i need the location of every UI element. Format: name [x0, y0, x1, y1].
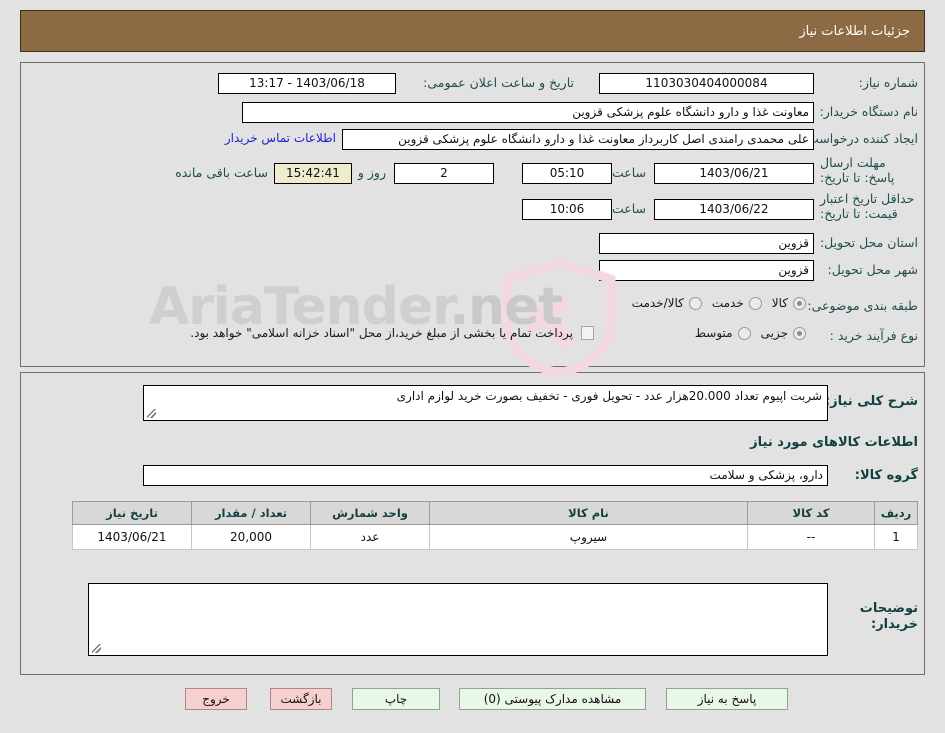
col-quantity: تعداد / مقدار — [191, 501, 311, 525]
category-label: طبقه بندی موضوعی: — [807, 298, 918, 313]
cell-code: -- — [747, 524, 875, 550]
radio-category-goods[interactable] — [793, 296, 806, 310]
need-number-value: 1103030404000084 — [599, 73, 814, 94]
radio-category-goods-label: کالا — [771, 296, 788, 310]
resize-handle-buyer-notes[interactable] — [92, 644, 101, 653]
resize-handle-description[interactable] — [147, 409, 156, 418]
exit-button[interactable]: خروج — [185, 688, 247, 710]
cell-name: سیروپ — [429, 524, 748, 550]
col-name: نام کالا — [429, 501, 748, 525]
city-label: شهر محل تحویل: — [827, 262, 918, 277]
buyer-notes-value[interactable] — [88, 583, 828, 656]
table-row[interactable]: 1 -- سیروپ عدد 20,000 1403/06/21 — [72, 524, 918, 550]
city-value: قزوین — [599, 260, 814, 281]
goods-group-label: گروه کالا: — [854, 468, 918, 483]
treasury-bond-note: پرداخت تمام یا بخشی از مبلغ خرید،از محل … — [190, 326, 573, 340]
price-validity-time-value: 10:06 — [522, 199, 612, 220]
deadline-date-value: 1403/06/21 — [654, 163, 814, 184]
radio-process-minor-label: جزیی — [760, 326, 788, 340]
radio-process-medium-label: متوسط — [694, 326, 733, 340]
price-validity-date-value: 1403/06/22 — [654, 199, 814, 220]
buyer-org-value: معاونت غذا و دارو دانشگاه علوم پزشکی قزو… — [242, 102, 814, 123]
deadline-time-label: ساعت — [611, 165, 646, 180]
need-details-panel: شرح کلی نیاز: شربت اپیوم تعداد 20.000هزا… — [20, 372, 925, 675]
radio-category-goods-service[interactable] — [688, 296, 702, 310]
footer-button-bar: پاسخ به نیاز مشاهده مدارک پیوستی (0) چاپ… — [0, 688, 945, 718]
print-button[interactable]: چاپ — [352, 688, 440, 710]
buyer-notes-label: توضیحات خریدار: — [859, 601, 918, 632]
radio-category-goods-service-label: کالا/خدمت — [631, 296, 684, 310]
watermark: AriaTender.net — [19, 258, 619, 378]
remaining-days-value: 2 — [394, 163, 494, 184]
buyer-org-label: نام دستگاه خریدار: — [819, 104, 918, 119]
process-label: نوع فرآیند خرید : — [829, 328, 918, 343]
price-validity-time-label: ساعت — [611, 201, 646, 216]
window-title-bar: جزئیات اطلاعات نیاز — [20, 10, 925, 52]
category-radio-group: کالا خدمت کالا/خدمت — [622, 296, 806, 310]
deadline-time-value: 05:10 — [522, 163, 612, 184]
col-date: تاریخ نیاز — [72, 501, 192, 525]
respond-to-need-button[interactable]: پاسخ به نیاز — [666, 688, 788, 710]
page-title: جزئیات اطلاعات نیاز — [799, 23, 910, 39]
creator-value: علی محمدی رامندی اصل کاربرداز معاونت غذا… — [342, 129, 814, 150]
announce-date-value: 1403/06/18 - 13:17 — [218, 73, 396, 94]
page-root: جزئیات اطلاعات نیاز شماره نیاز: 11030304… — [0, 0, 945, 733]
province-value: قزوین — [599, 233, 814, 254]
remaining-clock-label: ساعت باقی مانده — [175, 165, 268, 180]
radio-category-service[interactable] — [748, 296, 762, 310]
remaining-days-label: روز و — [357, 165, 386, 180]
treasury-bond-checkbox[interactable] — [581, 326, 594, 340]
cell-index: 1 — [874, 524, 918, 550]
cell-unit: عدد — [310, 524, 430, 550]
province-label: استان محل تحویل: — [819, 235, 918, 250]
process-radio-group: جزیی متوسط — [685, 326, 806, 340]
col-index: ردیف — [874, 501, 918, 525]
buyer-contact-link[interactable]: اطلاعات تماس خریدار — [225, 131, 336, 145]
radio-category-service-label: خدمت — [711, 296, 744, 310]
remaining-clock-value: 15:42:41 — [274, 163, 352, 184]
col-unit: واحد شمارش — [310, 501, 430, 525]
table-header-row: ردیف کد کالا نام کالا واحد شمارش تعداد /… — [72, 501, 918, 525]
goods-group-value: دارو، پزشکی و سلامت — [143, 465, 828, 486]
radio-process-minor[interactable] — [793, 326, 806, 340]
cell-quantity: 20,000 — [191, 524, 311, 550]
need-number-label: شماره نیاز: — [858, 75, 918, 90]
deadline-label: مهلت ارسال پاسخ: تا تاریخ: — [820, 155, 895, 185]
col-code: کد کالا — [747, 501, 875, 525]
general-description-label: شرح کلی نیاز: — [824, 394, 918, 409]
back-button[interactable]: بازگشت — [270, 688, 332, 710]
goods-table: ردیف کد کالا نام کالا واحد شمارش تعداد /… — [72, 501, 918, 550]
radio-process-medium[interactable] — [737, 326, 751, 340]
price-validity-label: حداقل تاریخ اعتبار قیمت: تا تاریخ: — [820, 191, 915, 221]
need-info-panel: شماره نیاز: 1103030404000084 تاریخ و ساع… — [20, 62, 925, 378]
goods-section-title: اطلاعات کالاهای مورد نیاز — [750, 435, 918, 450]
general-description-value[interactable]: شربت اپیوم تعداد 20.000هزار عدد - تحویل … — [143, 385, 828, 421]
cell-date: 1403/06/21 — [72, 524, 192, 550]
creator-label: ایجاد کننده درخواست: — [802, 131, 918, 146]
announce-date-label: تاریخ و ساعت اعلان عمومی: — [423, 75, 574, 90]
view-attachments-button[interactable]: مشاهده مدارک پیوستی (0) — [459, 688, 646, 710]
